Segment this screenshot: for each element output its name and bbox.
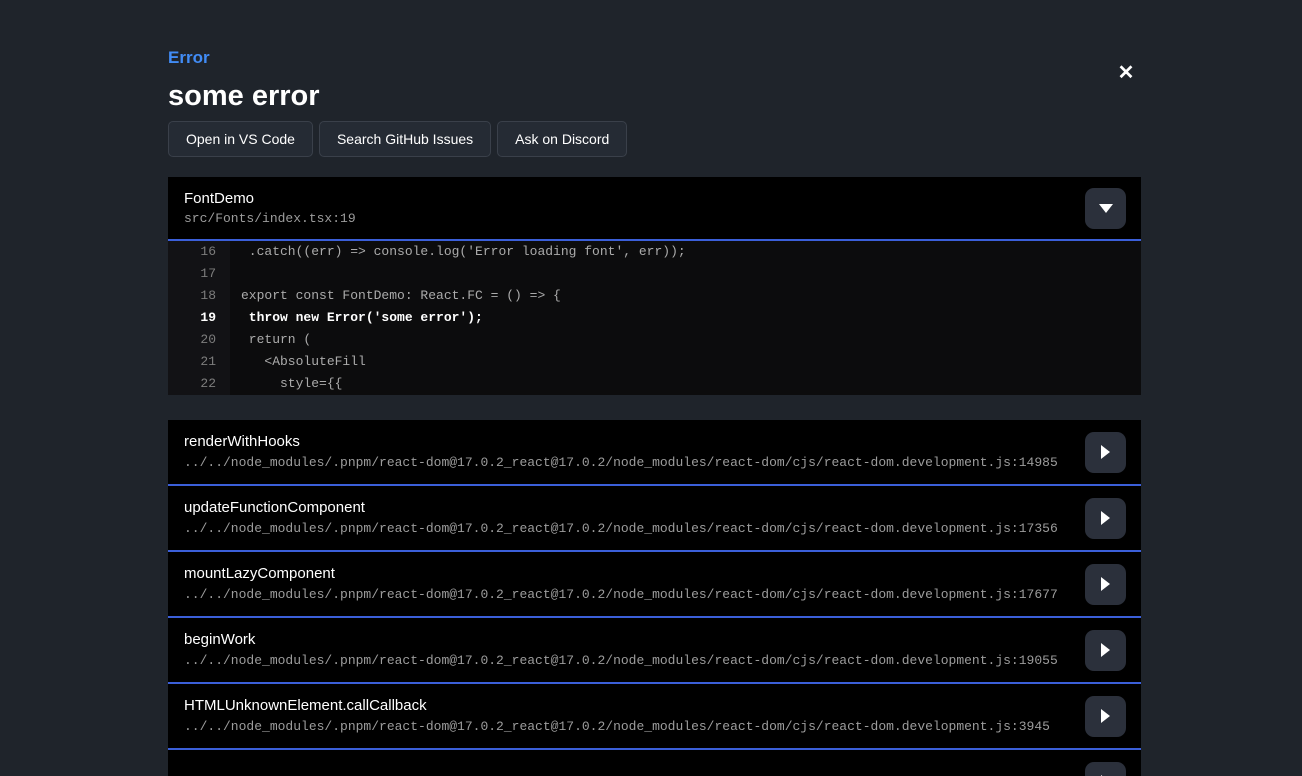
stack-frame-text: mountLazyComponent ../../node_modules/.p…: [184, 565, 1058, 603]
stack-frame-row: renderWithHooks ../../node_modules/.pnpm…: [168, 420, 1141, 486]
play-icon: [1101, 577, 1110, 591]
stack-frame-row: mountLazyComponent ../../node_modules/.p…: [168, 552, 1141, 618]
play-icon: [1101, 643, 1110, 657]
stack-frame-row: HTMLUnknownElement.callCallback ../../no…: [168, 684, 1141, 750]
line-number: 18: [168, 285, 230, 307]
expand-stack-frame-button[interactable]: [1085, 498, 1126, 539]
stack-frame-text: updateFunctionComponent ../../node_modul…: [184, 499, 1058, 537]
stack-location: ../../node_modules/.pnpm/react-dom@17.0.…: [184, 718, 1050, 735]
stack-function-name: renderWithHooks: [184, 433, 1058, 451]
stack-location: ../../node_modules/.pnpm/react-dom@17.0.…: [184, 454, 1058, 471]
line-code: <AbsoluteFill: [230, 351, 366, 373]
open-in-vscode-button[interactable]: Open in VS Code: [168, 121, 313, 157]
search-github-issues-button[interactable]: Search GitHub Issues: [319, 121, 491, 157]
line-number: 16: [168, 241, 230, 263]
code-frame-header: FontDemo src/Fonts/index.tsx:19: [168, 177, 1141, 241]
stack-frame-row: [168, 750, 1141, 776]
code-frame: FontDemo src/Fonts/index.tsx:19 16 .catc…: [168, 177, 1141, 395]
collapse-code-frame-button[interactable]: [1085, 188, 1126, 229]
stack-function-name: mountLazyComponent: [184, 565, 1058, 583]
code-line: 21 <AbsoluteFill: [168, 351, 1141, 373]
frame-location: src/Fonts/index.tsx:19: [184, 210, 356, 227]
error-overlay: ✕ Error some error Open in VS Code Searc…: [0, 0, 1302, 776]
expand-stack-frame-button[interactable]: [1085, 630, 1126, 671]
stack-frame-text: beginWork ../../node_modules/.pnpm/react…: [184, 631, 1058, 669]
line-number: 22: [168, 373, 230, 395]
stack-location: ../../node_modules/.pnpm/react-dom@17.0.…: [184, 586, 1058, 603]
play-icon: [1101, 709, 1110, 723]
stack-frame-row: updateFunctionComponent ../../node_modul…: [168, 486, 1141, 552]
chevron-down-icon: [1099, 204, 1113, 213]
code-line: 16 .catch((err) => console.log('Error lo…: [168, 241, 1141, 263]
stack-frame-text: HTMLUnknownElement.callCallback ../../no…: [184, 697, 1050, 735]
play-icon: [1101, 511, 1110, 525]
line-number: 21: [168, 351, 230, 373]
stack-location: ../../node_modules/.pnpm/react-dom@17.0.…: [184, 652, 1058, 669]
line-code: style={{: [230, 373, 342, 395]
code-line: 18 export const FontDemo: React.FC = () …: [168, 285, 1141, 307]
code-snippet: 16 .catch((err) => console.log('Error lo…: [168, 241, 1141, 395]
stack-location: ../../node_modules/.pnpm/react-dom@17.0.…: [184, 520, 1058, 537]
line-number: 19: [168, 307, 230, 329]
code-line: 19 throw new Error('some error');: [168, 307, 1141, 329]
play-icon: [1101, 445, 1110, 459]
stack-frame-text: renderWithHooks ../../node_modules/.pnpm…: [184, 433, 1058, 471]
error-message: some error: [168, 80, 1141, 112]
line-code: throw new Error('some error');: [230, 307, 483, 329]
frame-function-name: FontDemo: [184, 190, 356, 208]
code-frame-header-text: FontDemo src/Fonts/index.tsx:19: [184, 190, 356, 227]
error-overlay-content: Error some error Open in VS Code Search …: [168, 0, 1141, 776]
line-number: 20: [168, 329, 230, 351]
line-code: return (: [230, 329, 311, 351]
expand-stack-frame-button[interactable]: [1085, 432, 1126, 473]
stack-function-name: updateFunctionComponent: [184, 499, 1058, 517]
code-line: 20 return (: [168, 329, 1141, 351]
ask-on-discord-button[interactable]: Ask on Discord: [497, 121, 627, 157]
code-line: 22 style={{: [168, 373, 1141, 395]
line-number: 17: [168, 263, 230, 285]
expand-stack-frame-button[interactable]: [1085, 762, 1126, 776]
expand-stack-frame-button[interactable]: [1085, 696, 1126, 737]
stack-trace-list: renderWithHooks ../../node_modules/.pnpm…: [168, 420, 1141, 776]
line-code: .catch((err) => console.log('Error loadi…: [230, 241, 686, 263]
error-type-label: Error: [168, 48, 1141, 68]
stack-frame-row: beginWork ../../node_modules/.pnpm/react…: [168, 618, 1141, 684]
line-code: export const FontDemo: React.FC = () => …: [230, 285, 561, 307]
stack-function-name: HTMLUnknownElement.callCallback: [184, 697, 1050, 715]
expand-stack-frame-button[interactable]: [1085, 564, 1126, 605]
code-line: 17: [168, 263, 1141, 285]
stack-function-name: beginWork: [184, 631, 1058, 649]
action-buttons-row: Open in VS Code Search GitHub Issues Ask…: [168, 121, 1141, 157]
line-code: [230, 263, 241, 285]
